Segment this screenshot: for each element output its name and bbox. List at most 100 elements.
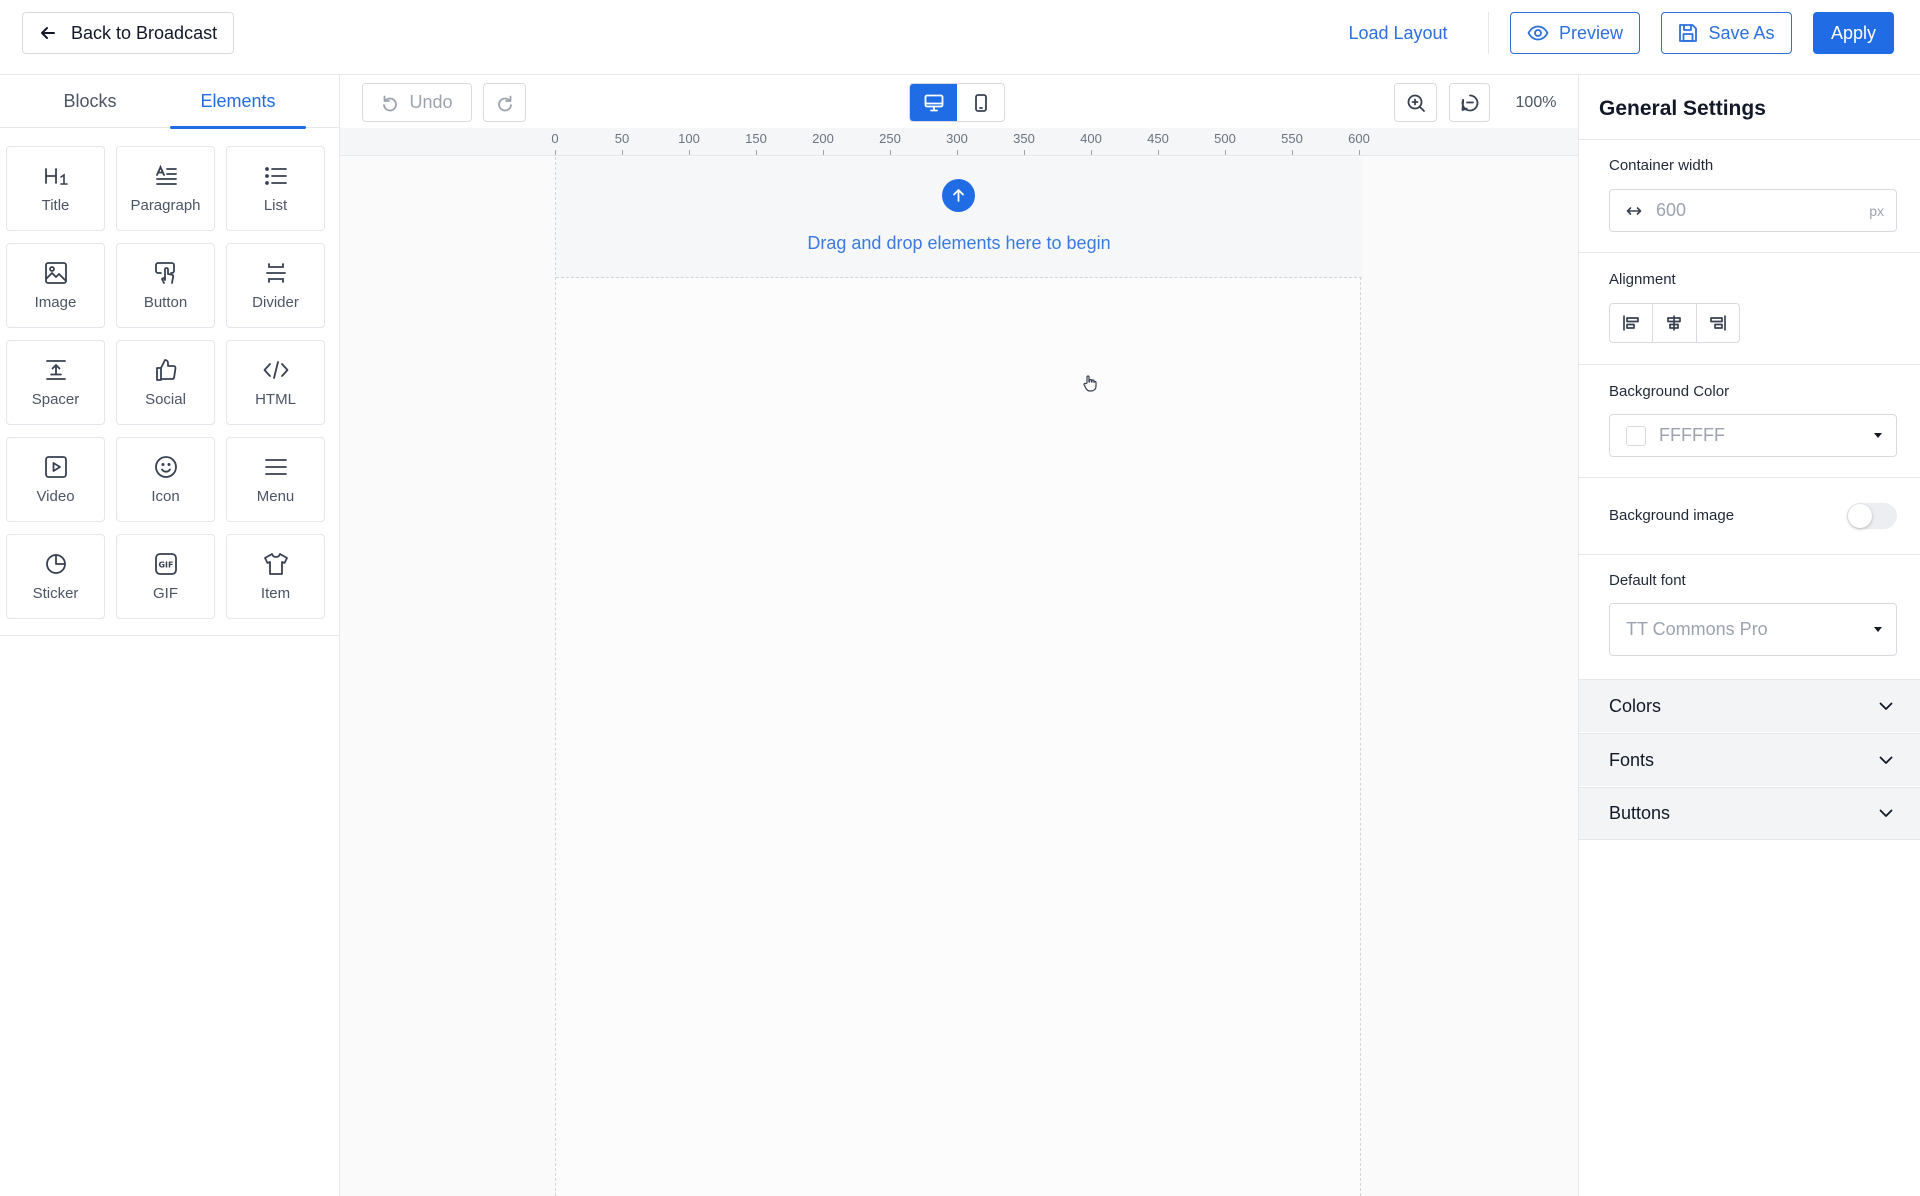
canvas-toolbar: Undo 100%: [340, 75, 1578, 128]
smiley-icon: [153, 454, 179, 480]
preview-label: Preview: [1558, 22, 1624, 43]
tab-elements[interactable]: Elements: [170, 75, 306, 129]
email-container[interactable]: Drag and drop elements here to begin: [555, 157, 1362, 1196]
ruler-tick: [689, 150, 690, 155]
element-html[interactable]: HTML: [226, 340, 325, 425]
svg-text:GIF: GIF: [158, 561, 173, 570]
toggle-knob: [1848, 504, 1872, 528]
ruler-label: 100: [678, 131, 700, 146]
container-width-input[interactable]: 600 px: [1609, 189, 1897, 232]
buttons-section[interactable]: Buttons: [1579, 787, 1920, 840]
ruler-label: 600: [1348, 131, 1370, 146]
drop-zone[interactable]: Drag and drop elements here to begin: [556, 157, 1362, 278]
section-divider: [1579, 364, 1920, 365]
element-menu[interactable]: Menu: [226, 437, 325, 522]
list-icon: [263, 163, 289, 189]
ruler-label: 0: [551, 131, 559, 146]
tab-blocks[interactable]: Blocks: [20, 75, 160, 128]
default-font-select[interactable]: TT Commons Pro: [1609, 603, 1897, 656]
back-to-broadcast-button[interactable]: Back to Broadcast: [22, 12, 235, 54]
ruler-label: 550: [1281, 131, 1303, 146]
element-label: Item: [260, 585, 291, 602]
ruler-tick: [1024, 150, 1025, 155]
smartphone-icon: [974, 93, 988, 112]
divider-icon: [263, 260, 289, 286]
ruler-label: 300: [946, 131, 968, 146]
element-video[interactable]: Video: [6, 437, 105, 522]
shirt-icon: [263, 551, 289, 577]
drop-zone-text: Drag and drop elements here to begin: [807, 233, 1111, 253]
undo-button[interactable]: Undo: [362, 83, 472, 122]
background-image-label: Background image: [1609, 507, 1735, 524]
element-item[interactable]: Item: [226, 534, 325, 619]
element-label: Menu: [256, 488, 295, 505]
save-as-button[interactable]: Save As: [1661, 12, 1792, 54]
grid-divider: [0, 635, 339, 636]
element-label: Divider: [252, 294, 299, 311]
element-paragraph[interactable]: Paragraph: [116, 146, 215, 231]
menu-icon: [263, 454, 289, 480]
element-spacer[interactable]: Spacer: [6, 340, 105, 425]
zoom-in-button[interactable]: [1394, 83, 1437, 122]
fonts-section-label: Fonts: [1609, 749, 1655, 770]
load-layout-link[interactable]: Load Layout: [1330, 12, 1466, 54]
preview-button[interactable]: Preview: [1510, 12, 1640, 54]
spacer-icon: [43, 357, 69, 383]
element-sticker[interactable]: Sticker: [6, 534, 105, 619]
toolbar-divider: [1488, 12, 1489, 54]
background-color-select[interactable]: FFFFFF: [1609, 414, 1897, 457]
redo-button[interactable]: [483, 83, 526, 122]
element-icon[interactable]: Icon: [116, 437, 215, 522]
chevron-down-icon: [1879, 809, 1893, 818]
ruler-tick: [622, 150, 623, 155]
floppy-disk-icon: [1678, 23, 1698, 43]
fonts-section[interactable]: Fonts: [1579, 733, 1920, 786]
zoom-reset-button[interactable]: [1449, 83, 1490, 122]
code-icon: [263, 357, 289, 383]
element-gif[interactable]: GIF GIF: [116, 534, 215, 619]
video-icon: [43, 454, 69, 480]
element-button[interactable]: Button: [116, 243, 215, 328]
element-social[interactable]: Social: [116, 340, 215, 425]
elements-panel: Blocks Elements Title Paragraph List Ima…: [0, 75, 340, 1196]
undo-label: Undo: [409, 92, 453, 112]
chevron-down-icon: [1879, 756, 1893, 765]
editor-canvas: Undo 100% 0 50 100 150 200 250 300 350 4…: [340, 75, 1578, 1196]
align-right-button[interactable]: [1697, 304, 1739, 342]
ruler-tick: [1359, 150, 1360, 155]
alignment-label: Alignment: [1609, 271, 1676, 288]
caret-down-icon: [1874, 433, 1882, 438]
undo-icon: [381, 94, 399, 112]
ruler-tick: [1091, 150, 1092, 155]
apply-button[interactable]: Apply: [1813, 12, 1894, 54]
device-toggle: [909, 83, 1005, 122]
buttons-section-label: Buttons: [1609, 803, 1671, 823]
colors-section[interactable]: Colors: [1579, 679, 1920, 732]
element-label: List: [263, 197, 288, 214]
element-label: Title: [41, 197, 70, 214]
element-label: Image: [34, 294, 77, 311]
ruler-tick: [1292, 150, 1293, 155]
default-font-label: Default font: [1609, 572, 1686, 589]
monitor-icon: [924, 94, 944, 112]
desktop-view-button[interactable]: [910, 84, 957, 121]
element-image[interactable]: Image: [6, 243, 105, 328]
element-title[interactable]: Title: [6, 146, 105, 231]
align-center-icon: [1665, 314, 1683, 332]
ruler-label: 350: [1013, 131, 1035, 146]
button-pointer-icon: [153, 260, 179, 286]
align-left-button[interactable]: [1610, 304, 1654, 342]
ruler-tick: [555, 150, 556, 155]
element-divider[interactable]: Divider: [226, 243, 325, 328]
ruler-label: 450: [1147, 131, 1169, 146]
element-list[interactable]: List: [226, 146, 325, 231]
sticker-icon: [43, 551, 69, 577]
align-center-button[interactable]: [1653, 304, 1697, 342]
thumbs-up-icon: [153, 357, 179, 383]
background-image-toggle[interactable]: [1847, 503, 1897, 529]
ruler-label: 150: [745, 131, 767, 146]
mobile-view-button[interactable]: [957, 84, 1004, 121]
section-divider: [1579, 252, 1920, 253]
gif-icon: GIF: [153, 551, 179, 577]
top-bar: Back to Broadcast Load Layout Preview Sa…: [0, 0, 1920, 75]
